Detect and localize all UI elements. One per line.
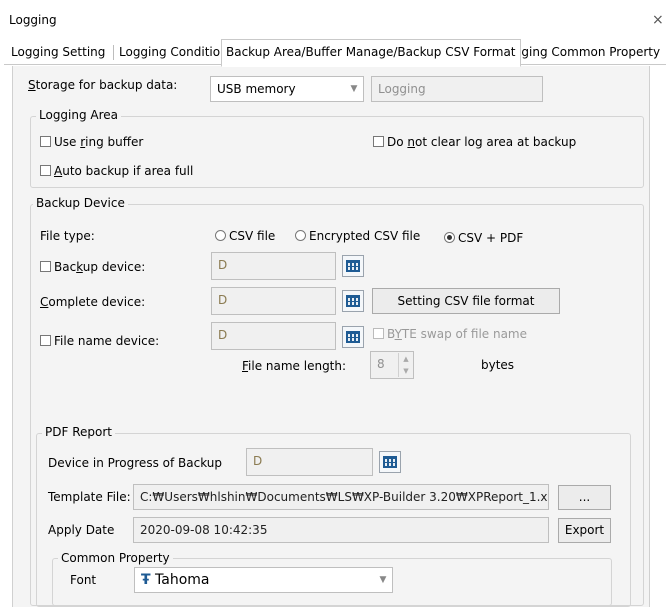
truetype-font-icon: Ŧ xyxy=(141,572,151,588)
checkbox-box xyxy=(373,328,384,339)
radio-csv-pdf[interactable]: CSV + PDF xyxy=(444,231,523,245)
export-button[interactable]: Export xyxy=(558,518,611,543)
apply-date-field: 2020-09-08 10:42:35 xyxy=(133,517,549,543)
checkbox-box xyxy=(40,335,51,346)
tab-backup-area[interactable]: Backup Area/Buffer Manage/Backup CSV For… xyxy=(221,39,521,67)
window-title: Logging xyxy=(9,13,57,27)
backup-device-checkbox[interactable]: Backup device: xyxy=(40,260,145,274)
progress-device-label: Device in Progress of Backup xyxy=(48,456,222,470)
device-select-button[interactable] xyxy=(342,255,364,277)
font-dropdown[interactable]: Ŧ Tahoma ▼ xyxy=(134,567,393,593)
do-not-clear-checkbox[interactable]: Do not clear log area at backup xyxy=(373,135,576,149)
tab-logging-condition[interactable]: Logging Condition xyxy=(115,42,232,63)
device-select-button[interactable] xyxy=(379,451,401,473)
tab-logging-common-property[interactable]: Logging Common Property xyxy=(496,42,664,63)
backup-device-field: D xyxy=(211,252,336,280)
pdf-report-legend: PDF Report xyxy=(42,425,115,439)
checkbox-box xyxy=(373,136,384,147)
radio-csv-file[interactable]: CSV file xyxy=(215,229,275,243)
radio-circle-selected xyxy=(444,232,455,243)
template-file-field: C:₩Users₩hlshin₩Documents₩LS₩XP-Builder … xyxy=(133,484,549,510)
device-select-button[interactable] xyxy=(342,326,364,348)
spin-up-icon: ▲ xyxy=(398,353,413,365)
file-name-length-label: File name length: xyxy=(242,359,347,373)
browse-button[interactable]: ... xyxy=(558,485,611,510)
device-table-icon xyxy=(383,456,397,468)
complete-device-field[interactable]: D xyxy=(211,287,336,315)
apply-date-label: Apply Date xyxy=(48,523,115,537)
tab-separator xyxy=(113,45,114,60)
complete-device-label: Complete device: xyxy=(40,295,146,309)
auto-backup-checkbox[interactable]: Auto backup if area full xyxy=(40,164,193,178)
common-property-legend: Common Property xyxy=(58,551,173,565)
device-table-icon xyxy=(346,295,360,307)
file-type-label: File type: xyxy=(40,229,95,243)
backup-device-legend: Backup Device xyxy=(33,196,128,210)
close-icon[interactable]: × xyxy=(652,12,664,28)
spin-down-icon: ▼ xyxy=(398,365,413,377)
byte-swap-checkbox: BYTE swap of file name xyxy=(373,327,527,341)
progress-device-field[interactable]: D xyxy=(246,448,373,476)
radio-circle xyxy=(215,230,226,241)
logging-area-legend: Logging Area xyxy=(36,108,122,122)
checkbox-box xyxy=(40,165,51,176)
device-select-button[interactable] xyxy=(342,290,364,312)
checkbox-box xyxy=(40,261,51,272)
file-name-device-field: D xyxy=(211,322,336,350)
bytes-unit-label: bytes xyxy=(481,358,515,372)
title-bar xyxy=(0,0,666,38)
checkbox-box xyxy=(40,136,51,147)
radio-encrypted-csv[interactable]: Encrypted CSV file xyxy=(295,229,420,243)
device-table-icon xyxy=(346,331,360,343)
file-name-length-spinner: 8 ▲ ▼ xyxy=(370,351,414,379)
file-name-device-checkbox[interactable]: File name device: xyxy=(40,334,159,348)
storage-dropdown[interactable]: USB memory ▼ xyxy=(210,76,364,102)
storage-folder-field: Logging xyxy=(371,76,543,102)
storage-label: Storage for backup data: xyxy=(28,78,178,92)
template-file-label: Template File: xyxy=(48,490,131,504)
device-table-icon xyxy=(346,260,360,272)
font-label: Font xyxy=(70,573,97,587)
tab-logging-setting[interactable]: Logging Setting xyxy=(7,42,109,63)
use-ring-buffer-checkbox[interactable]: Use ring buffer xyxy=(40,135,143,149)
chevron-down-icon: ▼ xyxy=(379,575,387,585)
radio-circle xyxy=(295,230,306,241)
chevron-down-icon: ▼ xyxy=(350,84,358,94)
setting-csv-format-button[interactable]: Setting CSV file format xyxy=(372,288,560,314)
